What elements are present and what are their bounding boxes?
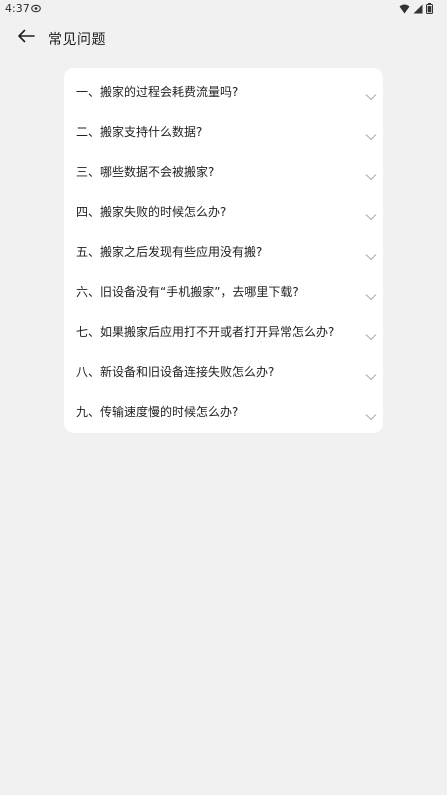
faq-question: 三、哪些数据不会被搬家? (76, 165, 215, 179)
chevron-down-icon (365, 166, 377, 181)
chevron-down-icon (365, 366, 377, 381)
faq-question: 一、搬家的过程会耗费流量吗? (76, 85, 239, 99)
chevron-down-icon (365, 206, 377, 221)
chevron-down-icon (365, 286, 377, 301)
faq-item-1[interactable]: 一、搬家的过程会耗费流量吗? (64, 70, 383, 110)
faq-question: 八、新设备和旧设备连接失败怎么办? (76, 365, 275, 379)
status-bar: 4:37 (0, 0, 447, 18)
faq-item-3[interactable]: 三、哪些数据不会被搬家? (64, 150, 383, 190)
chevron-down-icon (365, 406, 377, 421)
faq-question: 五、搬家之后发现有些应用没有搬? (76, 245, 263, 259)
faq-question: 二、搬家支持什么数据? (76, 125, 203, 139)
chevron-down-icon (365, 326, 377, 341)
status-time: 4:37 (5, 2, 30, 15)
faq-item-6[interactable]: 六、旧设备没有“手机搬家”，去哪里下载? (64, 270, 383, 310)
eye-icon (31, 3, 41, 16)
chevron-down-icon (365, 86, 377, 101)
faq-question: 九、传输速度慢的时候怎么办? (76, 405, 239, 419)
chevron-down-icon (365, 246, 377, 261)
chevron-down-icon (365, 126, 377, 141)
back-button[interactable] (14, 25, 38, 49)
wifi-icon (399, 4, 410, 17)
arrow-left-icon (17, 28, 35, 47)
faq-question: 七、如果搬家后应用打不开或者打开异常怎么办? (76, 325, 335, 339)
battery-icon (426, 3, 433, 17)
app-bar: 常见问题 (0, 22, 447, 54)
faq-card: 一、搬家的过程会耗费流量吗? 二、搬家支持什么数据? 三、哪些数据不会被搬家? … (64, 68, 383, 433)
faq-question: 四、搬家失败的时候怎么办? (76, 205, 227, 219)
status-icons (399, 3, 433, 17)
page-title: 常见问题 (48, 32, 106, 48)
faq-item-4[interactable]: 四、搬家失败的时候怎么办? (64, 190, 383, 230)
faq-item-5[interactable]: 五、搬家之后发现有些应用没有搬? (64, 230, 383, 270)
faq-item-7[interactable]: 七、如果搬家后应用打不开或者打开异常怎么办? (64, 310, 383, 350)
faq-item-9[interactable]: 九、传输速度慢的时候怎么办? (64, 390, 383, 430)
faq-item-2[interactable]: 二、搬家支持什么数据? (64, 110, 383, 150)
faq-item-8[interactable]: 八、新设备和旧设备连接失败怎么办? (64, 350, 383, 390)
signal-icon (413, 4, 423, 17)
faq-question: 六、旧设备没有“手机搬家”，去哪里下载? (76, 285, 299, 299)
